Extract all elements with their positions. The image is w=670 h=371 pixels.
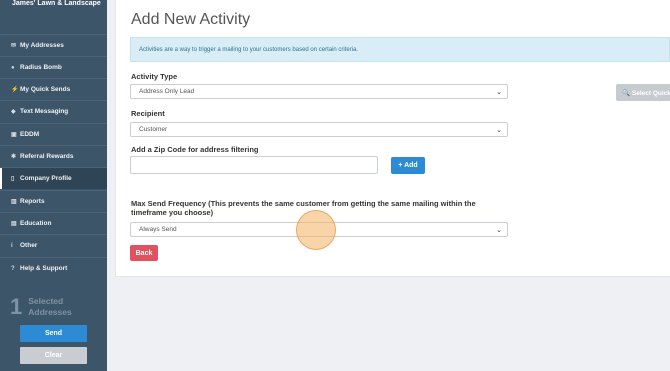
file-icon: ▯ (11, 176, 15, 182)
sidebar-item-my-addresses[interactable]: ✉ My Addresses (0, 34, 107, 56)
sidebar: James' Lawn & Landscape ✉ My Addresses ●… (0, 0, 107, 371)
envelope-icon: ✉ (11, 43, 17, 49)
recipient-label: Recipient (131, 109, 165, 118)
sidebar-item-label: Help & Support (20, 265, 68, 272)
bolt-icon: ⚡ (11, 87, 19, 93)
select-quick-button[interactable]: 🔍 Select Quick (616, 84, 670, 101)
chat-icon: ◆ (11, 109, 16, 115)
info-icon: i (11, 242, 13, 249)
sidebar-item-label: Other (20, 242, 38, 249)
zip-code-input[interactable] (130, 156, 378, 174)
chevron-down-icon: ⌄ (496, 89, 502, 96)
clear-button[interactable]: Clear (20, 347, 87, 364)
activity-type-label: Activity Type (131, 72, 178, 81)
add-zip-button[interactable]: + Add (391, 157, 425, 174)
selected-label: Selected Addresses (28, 296, 72, 317)
recipient-value: Customer (139, 126, 168, 133)
activity-type-select[interactable]: Address Only Lead ⌄ (130, 84, 508, 99)
gift-icon: ✱ (11, 154, 17, 160)
add-activity-panel: Add New Activity Activities are a way to… (115, 0, 670, 277)
selected-addresses-counter: 1 Selected Addresses (10, 294, 72, 320)
sidebar-item-label: My Quick Sends (20, 86, 71, 93)
bank-icon: ▤ (11, 221, 17, 227)
send-button[interactable]: Send (20, 325, 87, 342)
zip-code-label: Add a Zip Code for address filtering (131, 145, 259, 154)
recipient-select[interactable]: Customer ⌄ (130, 122, 508, 137)
activity-type-value: Address Only Lead (139, 88, 195, 95)
sidebar-item-radius-bomb[interactable]: ● Radius Bomb (0, 56, 107, 78)
question-icon: ? (11, 265, 15, 272)
image-icon: ▣ (11, 132, 17, 138)
bomb-icon: ● (11, 64, 15, 71)
sidebar-item-referral-rewards[interactable]: ✱ Referral Rewards (0, 145, 107, 167)
sidebar-item-eddm[interactable]: ▣ EDDM (0, 123, 107, 145)
sidebar-item-label: Reports (20, 198, 45, 205)
brand-name: James' Lawn & Landscape (12, 0, 101, 7)
chart-icon: ▥ (11, 199, 17, 205)
sidebar-item-label: My Addresses (20, 42, 64, 49)
sidebar-item-label: Referral Rewards (20, 153, 74, 160)
sidebar-item-reports[interactable]: ▥ Reports (0, 190, 107, 212)
sidebar-item-label: Text Messaging (20, 108, 69, 115)
sidebar-item-quick-sends[interactable]: ⚡ My Quick Sends (0, 78, 107, 100)
sidebar-item-education[interactable]: ▤ Education (0, 212, 107, 234)
chevron-down-icon: ⌄ (496, 227, 502, 234)
sidebar-item-label: Education (20, 220, 52, 227)
sidebar-item-company-profile[interactable]: ▯ Company Profile (0, 167, 107, 189)
sidebar-item-label: Radius Bomb (20, 64, 62, 71)
sidebar-item-label: Company Profile (20, 175, 72, 182)
back-button[interactable]: Back (130, 245, 158, 261)
info-alert: Activities are a way to trigger a mailin… (130, 37, 670, 62)
selected-count: 1 (10, 294, 23, 319)
click-indicator (296, 210, 336, 250)
sidebar-item-other[interactable]: i Other (0, 234, 107, 256)
max-send-frequency-value: Always Send (139, 226, 177, 233)
sidebar-item-label: EDDM (20, 131, 40, 138)
chevron-down-icon: ⌄ (496, 127, 502, 134)
sidebar-item-text-messaging[interactable]: ◆ Text Messaging (0, 100, 107, 122)
sidebar-item-help-support[interactable]: ? Help & Support (0, 257, 107, 279)
page-title: Add New Activity (131, 11, 251, 28)
